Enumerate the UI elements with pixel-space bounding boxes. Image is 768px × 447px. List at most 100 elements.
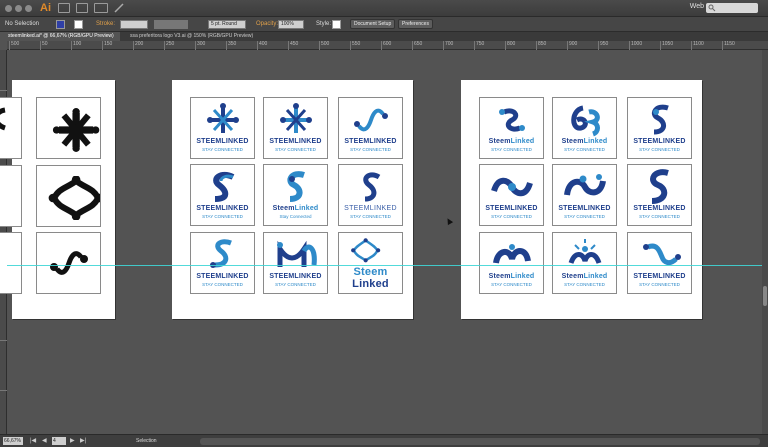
logo-cell[interactable]: STEEMLINKED STAY CONNECTED [263, 97, 328, 159]
logo-cell[interactable] [36, 97, 101, 159]
vertical-scrollbar[interactable] [762, 50, 768, 434]
next-artboard-icon[interactable]: ▶ [70, 437, 75, 444]
logo-cell[interactable]: STEEMLINKED STAY CONNECTED [627, 164, 692, 226]
close-icon[interactable] [5, 5, 12, 12]
wordmark: SteemLinked [553, 138, 616, 145]
ruler-tick-label: 550 [350, 41, 360, 50]
ruler-tick-label: 800 [505, 41, 515, 50]
wordmark: STEEMLINKED [485, 205, 538, 212]
ruler-tick-label: 600 [381, 41, 391, 50]
logo-cell[interactable]: STEEMLINKED STAY CONNECTED [552, 164, 617, 226]
wordmark-part: Steem [488, 273, 511, 280]
logo-cell[interactable]: STEEMLINKED STAY CONNECTED [627, 97, 692, 159]
logo-cell[interactable]: STEEMLINKED STAY CONNECTED [190, 232, 255, 294]
tagline: STAY CONNECTED [275, 282, 316, 287]
vertical-scroll-thumb[interactable] [763, 286, 767, 306]
people-ring-icon [48, 176, 100, 220]
logo-cell[interactable]: SteemLinked Stay Connected [263, 164, 328, 226]
stroke-swatch[interactable] [74, 20, 83, 29]
wordmark: STEEMLINKED [196, 138, 249, 145]
s-ribbon-icon [363, 172, 381, 202]
app-logo: Ai [40, 2, 51, 14]
logo-mark-icon [0, 107, 7, 131]
logo-cell[interactable] [0, 165, 22, 227]
artboard-2[interactable]: STEEMLINKED STAY CONNECTED STEEMLINKED S… [172, 80, 413, 319]
horizontal-guide[interactable] [7, 265, 768, 266]
logo-cell[interactable] [36, 232, 101, 294]
s-wave-icon [354, 108, 388, 132]
logo-cell[interactable]: STEEMLINKED STAY CONNECTED [338, 164, 403, 226]
s-ribbon-icon [651, 104, 669, 135]
bridge-icon[interactable] [58, 3, 70, 13]
document-setup-button[interactable]: Document Setup [350, 19, 396, 29]
document-tabs: steemlinked.ai* @ 66,67% (RGB/GPU Previe… [0, 32, 768, 41]
logo-cell[interactable]: Steem Linked [338, 232, 403, 294]
stroke-label[interactable]: Stroke: [96, 21, 115, 27]
arrange-icon[interactable] [94, 3, 108, 13]
tab-steemlinked[interactable]: steemlinked.ai* @ 66,67% (RGB/GPU Previe… [0, 32, 120, 41]
status-bar: 66,67% |◀ ◀ 4 ▶ ▶| Selection [0, 434, 768, 447]
minimize-icon[interactable] [15, 5, 22, 12]
ruler-tick [0, 390, 7, 391]
s-ribbon-icon [210, 239, 232, 268]
ruler-tick-label: 500 [9, 41, 19, 50]
stroke-weight-field[interactable] [120, 20, 148, 29]
workspace-switcher[interactable]: Web [690, 3, 704, 10]
artboard-number-field[interactable]: 4 [52, 437, 66, 445]
variable-width-profile[interactable] [154, 20, 188, 29]
tab-logo-v3[interactable]: ssa preferitora logo V3.ai @ 150% (RGB/G… [122, 32, 282, 41]
zoom-icon[interactable] [25, 5, 32, 12]
ruler-tick-label: 1050 [660, 41, 673, 50]
brush-definition[interactable]: 5 pt. Round [208, 20, 246, 29]
ruler-tick-label: 750 [474, 41, 484, 50]
logo-cell[interactable] [0, 97, 22, 159]
logo-cell[interactable] [0, 232, 22, 294]
s-wave-icon [50, 251, 88, 275]
logo-cell[interactable]: SteemLinked STAY CONNECTED [552, 232, 617, 294]
artboard-3[interactable]: SteemLinked STAY CONNECTED SteemLinked S… [461, 80, 702, 319]
title-bar: Ai Web [0, 0, 768, 17]
ruler-tick-label: 1000 [629, 41, 642, 50]
tagline: STAY CONNECTED [202, 214, 243, 219]
fill-swatch[interactable] [56, 20, 65, 29]
people-circle-icon [280, 103, 312, 133]
logo-cell[interactable]: STEEMLINKED STAY CONNECTED [338, 97, 403, 159]
ruler-tick-label: 900 [567, 41, 577, 50]
tagline: STAY CONNECTED [491, 282, 532, 287]
previous-artboard-icon[interactable]: ◀ [42, 437, 47, 444]
horizontal-ruler[interactable]: 500 50 100 150 200 250 300 350 400 450 500 550 600 65… [7, 41, 768, 50]
opacity-field[interactable]: 100% [278, 20, 304, 29]
search-input[interactable] [706, 3, 758, 13]
current-tool-label: Selection [136, 438, 157, 444]
logo-cell[interactable]: SteemLinked STAY CONNECTED [479, 232, 544, 294]
horizontal-scrollbar[interactable] [200, 438, 760, 445]
logo-cell[interactable] [36, 165, 101, 227]
logo-cell[interactable]: STEEMLINKED STAY CONNECTED [627, 232, 692, 294]
tagline: STAY CONNECTED [564, 282, 605, 287]
mouse-cursor-icon [444, 216, 454, 226]
brush-icon[interactable] [114, 3, 124, 13]
wordmark-part: Linked [294, 205, 319, 212]
stock-icon[interactable] [76, 3, 88, 13]
ruler-tick-label: 1100 [691, 41, 704, 50]
s-ribbon-icon [287, 171, 305, 202]
style-label: Style: [316, 21, 332, 27]
logo-cell[interactable]: STEEMLINKED STAY CONNECTED [190, 164, 255, 226]
zoom-field[interactable]: 66,67% [3, 437, 23, 445]
ruler-tick-label: 700 [443, 41, 453, 50]
first-artboard-icon[interactable]: |◀ [30, 437, 36, 444]
opacity-label[interactable]: Opacity: [256, 21, 278, 27]
last-artboard-icon[interactable]: ▶| [80, 437, 86, 444]
logo-cell[interactable]: SteemLinked STAY CONNECTED [552, 97, 617, 159]
logo-cell[interactable]: STEEMLINKED STAY CONNECTED [263, 232, 328, 294]
logo-cell[interactable]: SteemLinked STAY CONNECTED [479, 97, 544, 159]
graphic-style-swatch[interactable] [332, 20, 341, 29]
logo-cell[interactable]: STEEMLINKED STAY CONNECTED [190, 97, 255, 159]
logo-cell[interactable]: STEEMLINKED STAY CONNECTED [479, 164, 544, 226]
ruler-tick-label: 1150 [722, 41, 735, 50]
artboard-1[interactable] [0, 80, 115, 319]
wordmark: SteemLinked [264, 205, 327, 212]
tagline: STAY CONNECTED [639, 214, 680, 219]
infinity-people-icon [564, 174, 606, 196]
preferences-button[interactable]: Preferences [398, 19, 433, 29]
